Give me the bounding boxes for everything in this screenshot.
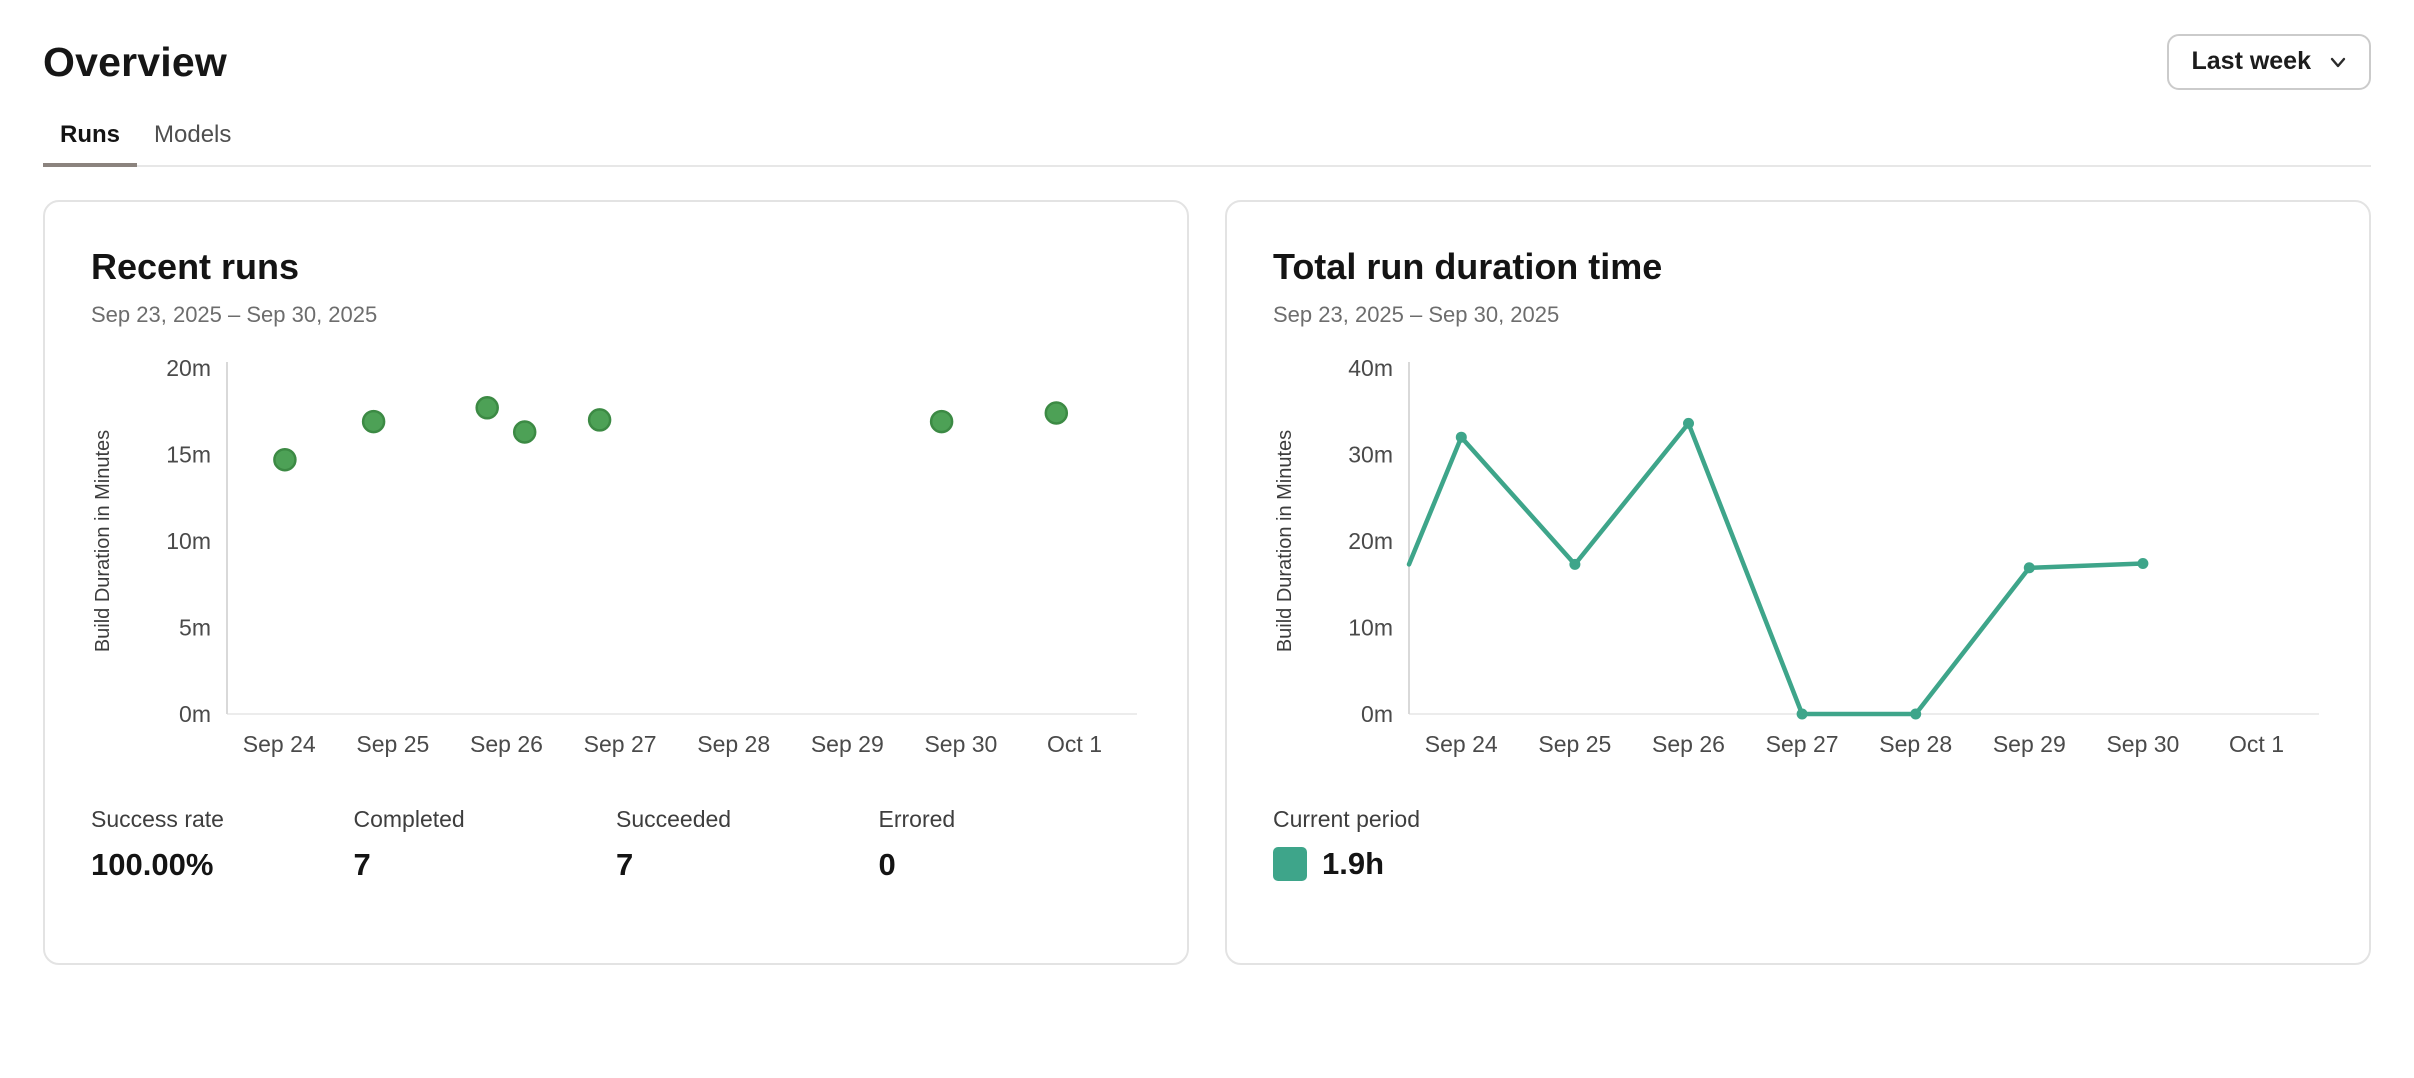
svg-text:Sep 27: Sep 27 bbox=[584, 731, 657, 757]
total-run-duration-card: Total run duration time Sep 23, 2025 – S… bbox=[1225, 200, 2371, 965]
stat-value: 7 bbox=[354, 847, 617, 883]
card-title: Recent runs bbox=[91, 246, 1141, 288]
run-stats-row: Success rate 100.00% Completed 7 Succeed… bbox=[91, 806, 1141, 883]
stat-value: 100.00% bbox=[91, 847, 354, 883]
tab-bar: Runs Models bbox=[43, 121, 2371, 167]
legend-row: 1.9h bbox=[1273, 846, 2323, 882]
stat-label: Success rate bbox=[91, 806, 354, 833]
total-duration-line-chart: 0m 10m 20m 30m 40m Sep 24 Sep 25 Sep 26 Sep 27 Se… bbox=[1273, 350, 2323, 762]
svg-text:30m: 30m bbox=[1348, 442, 1393, 468]
card-date-range: Sep 23, 2025 – Sep 30, 2025 bbox=[91, 302, 1141, 328]
svg-text:Sep 24: Sep 24 bbox=[243, 731, 316, 757]
stat-success-rate: Success rate 100.00% bbox=[91, 806, 354, 883]
svg-text:Sep 26: Sep 26 bbox=[1652, 731, 1725, 757]
svg-text:Oct 1: Oct 1 bbox=[1047, 731, 1102, 757]
stat-label: Succeeded bbox=[616, 806, 879, 833]
svg-text:0m: 0m bbox=[1361, 701, 1393, 727]
svg-text:Build Duration in Minutes: Build Duration in Minutes bbox=[92, 430, 114, 652]
chevron-down-icon bbox=[2327, 51, 2349, 73]
cards-row: Recent runs Sep 23, 2025 – Sep 30, 2025 … bbox=[43, 200, 2371, 965]
svg-text:5m: 5m bbox=[179, 615, 211, 641]
svg-text:Oct 1: Oct 1 bbox=[2229, 731, 2284, 757]
legend-swatch bbox=[1273, 847, 1307, 881]
card-date-range: Sep 23, 2025 – Sep 30, 2025 bbox=[1273, 302, 2323, 328]
svg-text:20m: 20m bbox=[166, 355, 211, 381]
svg-text:Sep 28: Sep 28 bbox=[1879, 731, 1952, 757]
page-header: Overview Last week bbox=[43, 34, 2371, 90]
svg-text:Sep 30: Sep 30 bbox=[2106, 731, 2179, 757]
svg-text:Sep 27: Sep 27 bbox=[1766, 731, 1839, 757]
svg-text:40m: 40m bbox=[1348, 355, 1393, 381]
stat-value: 0 bbox=[879, 847, 1142, 883]
svg-text:Sep 28: Sep 28 bbox=[697, 731, 770, 757]
svg-text:Build Duration in Minutes: Build Duration in Minutes bbox=[1274, 430, 1296, 652]
svg-text:15m: 15m bbox=[166, 442, 211, 468]
svg-text:Sep 25: Sep 25 bbox=[1538, 731, 1611, 757]
svg-text:10m: 10m bbox=[1348, 615, 1393, 641]
svg-text:0m: 0m bbox=[179, 701, 211, 727]
legend-label: Current period bbox=[1273, 806, 2323, 833]
recent-runs-card: Recent runs Sep 23, 2025 – Sep 30, 2025 … bbox=[43, 200, 1189, 965]
svg-text:Sep 29: Sep 29 bbox=[1993, 731, 2066, 757]
stat-errored: Errored 0 bbox=[879, 806, 1142, 883]
svg-text:20m: 20m bbox=[1348, 528, 1393, 554]
svg-text:Sep 29: Sep 29 bbox=[811, 731, 884, 757]
stat-label: Errored bbox=[879, 806, 1142, 833]
recent-runs-scatter-chart: 0m 5m 10m 15m 20m Sep 24 Sep 25 Sep 26 Sep 27 Sep… bbox=[91, 350, 1141, 762]
svg-text:10m: 10m bbox=[166, 528, 211, 554]
stat-value: 7 bbox=[616, 847, 879, 883]
svg-text:Sep 24: Sep 24 bbox=[1425, 731, 1498, 757]
stat-completed: Completed 7 bbox=[354, 806, 617, 883]
svg-text:Sep 25: Sep 25 bbox=[356, 731, 429, 757]
chart-legend: Current period 1.9h bbox=[1273, 806, 2323, 882]
legend-value: 1.9h bbox=[1322, 846, 1384, 882]
period-selector-dropdown[interactable]: Last week bbox=[2167, 34, 2371, 90]
svg-text:Sep 26: Sep 26 bbox=[470, 731, 543, 757]
tab-runs[interactable]: Runs bbox=[43, 121, 137, 167]
stat-label: Completed bbox=[354, 806, 617, 833]
period-selector-label: Last week bbox=[2191, 47, 2311, 76]
page-title: Overview bbox=[43, 39, 227, 86]
stat-succeeded: Succeeded 7 bbox=[616, 806, 879, 883]
svg-text:Sep 30: Sep 30 bbox=[924, 731, 997, 757]
card-title: Total run duration time bbox=[1273, 246, 2323, 288]
tab-models[interactable]: Models bbox=[137, 121, 248, 167]
